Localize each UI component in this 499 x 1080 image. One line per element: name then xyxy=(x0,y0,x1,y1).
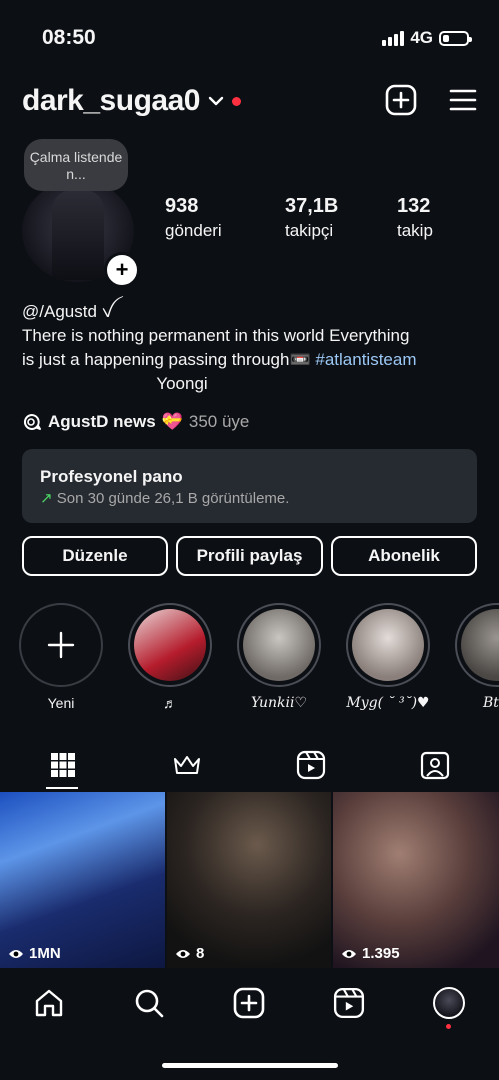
crown-icon xyxy=(173,756,200,774)
bottom-navigation xyxy=(0,972,499,1032)
grid-icon xyxy=(50,753,75,777)
reels-icon xyxy=(333,987,365,1019)
active-tab-indicator xyxy=(46,787,78,789)
channel-members: 350 üye xyxy=(188,412,250,431)
bio-emoji: 📼 xyxy=(289,350,311,369)
highlight-cover xyxy=(134,609,206,681)
profile-notification-dot xyxy=(446,1024,451,1029)
username: dark_sugaa0 xyxy=(22,84,200,117)
dashboard-subtitle: Son 30 günde 26,1 B görüntüleme. xyxy=(56,490,290,507)
subscription-button[interactable]: Abonelik xyxy=(331,536,477,576)
channel-icon xyxy=(23,413,41,430)
account-switcher[interactable]: dark_sugaa0 xyxy=(22,84,241,118)
highlight-ring xyxy=(346,603,430,687)
search-icon xyxy=(135,989,164,1018)
bio-handle: @/Agustd ꪜ xyxy=(22,302,114,321)
highlight-item[interactable]: ♬ xyxy=(128,603,212,711)
trend-up-icon: ↗ xyxy=(40,490,53,507)
bio: @/Agustd ꪜ There is nothing permanent in… xyxy=(22,300,417,396)
reels-icon xyxy=(296,750,325,780)
post-views: 1MN xyxy=(8,945,61,962)
highlight-label: ♬ xyxy=(163,695,177,711)
channel-name: AgustD news xyxy=(48,412,156,431)
add-story-button[interactable]: + xyxy=(104,252,140,288)
bio-line1: There is nothing permanent in this world… xyxy=(22,326,410,345)
chevron-down-icon xyxy=(208,96,224,106)
share-profile-button[interactable]: Profili paylaş xyxy=(176,536,323,576)
broadcast-channel[interactable]: AgustD news 💝 350 üye xyxy=(22,412,249,432)
eye-icon xyxy=(9,949,23,958)
eye-icon xyxy=(342,949,356,958)
dashboard-subtitle-row: ↗ Son 30 günde 26,1 B görüntüleme. xyxy=(40,489,289,507)
highlight-cover xyxy=(243,609,315,681)
highlight-cover xyxy=(352,609,424,681)
status-time: 08:50 xyxy=(42,26,96,49)
post-views-count: 1MN xyxy=(29,945,61,962)
nav-create[interactable] xyxy=(232,986,266,1020)
highlight-item[interactable]: Bt xyxy=(455,603,499,711)
highlight-ring xyxy=(455,603,499,687)
nav-profile[interactable] xyxy=(432,986,466,1020)
home-indicator[interactable] xyxy=(162,1063,338,1068)
stat-followers-count: 37,1B xyxy=(285,195,339,217)
edit-profile-button[interactable]: Düzenle xyxy=(22,536,168,576)
post-views-count: 8 xyxy=(196,945,205,962)
stat-posts[interactable]: 938 gönderi xyxy=(165,195,222,241)
bio-line2: is just a happening passing through xyxy=(22,350,290,369)
tab-grid[interactable] xyxy=(0,741,125,789)
header-actions xyxy=(385,84,477,116)
profile-tabs xyxy=(0,741,499,789)
tab-tagged[interactable] xyxy=(372,741,497,789)
stat-following[interactable]: 132 takip xyxy=(397,195,433,241)
new-highlight-ring xyxy=(19,603,103,687)
stat-following-count: 132 xyxy=(397,195,431,217)
highlight-item[interactable]: Myg( ˘ ³˘)♥ xyxy=(346,603,430,711)
status-indicators: 4G xyxy=(382,28,472,48)
highlight-new[interactable]: Yeni xyxy=(19,603,103,711)
create-post-icon[interactable] xyxy=(385,84,417,116)
nav-search[interactable] xyxy=(132,986,166,1020)
nav-home[interactable] xyxy=(32,986,66,1020)
highlight-label: Bt xyxy=(483,695,499,711)
dashboard-title: Profesyonel pano xyxy=(40,467,183,486)
highlight-cover xyxy=(461,609,499,681)
stat-followers-label: takipçi xyxy=(285,221,334,240)
signal-icon xyxy=(382,30,405,46)
tagged-icon xyxy=(420,751,449,780)
plus-icon xyxy=(47,631,75,659)
highlight-label: Myg( ˘ ³˘)♥ xyxy=(346,695,430,711)
bio-line3: Yoongi xyxy=(156,374,208,393)
tab-reels[interactable] xyxy=(248,741,373,789)
highlight-label: Yunkii♡ xyxy=(250,695,308,711)
highlight-ring xyxy=(237,603,321,687)
network-label: 4G xyxy=(410,28,433,47)
nav-reels[interactable] xyxy=(332,986,366,1020)
eye-icon xyxy=(176,949,190,958)
post-views: 8 xyxy=(175,945,204,962)
battery-icon xyxy=(439,30,472,46)
profile-avatar-small xyxy=(433,987,465,1019)
post-tile[interactable]: 1MN xyxy=(0,792,165,968)
post-tile[interactable]: 8 xyxy=(167,792,331,968)
posts-grid: 1MN 8 1.395 xyxy=(0,792,499,968)
tab-subscriptions[interactable] xyxy=(124,741,249,789)
professional-dashboard[interactable]: Profesyonel pano ↗ Son 30 günde 26,1 B g… xyxy=(22,449,477,523)
highlight-label: Yeni xyxy=(47,695,75,711)
note-bubble[interactable]: Çalma listende n... xyxy=(24,139,128,191)
bio-hashtag[interactable]: #atlantisteam xyxy=(315,350,416,369)
post-tile[interactable]: 1.395 xyxy=(333,792,499,968)
highlight-item[interactable]: Yunkii♡ xyxy=(237,603,321,711)
channel-emoji: 💝 xyxy=(161,412,183,431)
home-icon xyxy=(35,989,63,1017)
stat-followers[interactable]: 37,1B takipçi xyxy=(285,195,338,241)
notification-dot xyxy=(231,96,241,106)
stat-following-label: takip xyxy=(397,221,433,240)
menu-icon[interactable] xyxy=(449,88,477,112)
highlight-ring xyxy=(128,603,212,687)
post-views-count: 1.395 xyxy=(362,945,400,962)
post-views: 1.395 xyxy=(341,945,400,962)
stat-posts-label: gönderi xyxy=(165,221,222,240)
stat-posts-count: 938 xyxy=(165,195,199,217)
create-icon xyxy=(233,987,265,1019)
